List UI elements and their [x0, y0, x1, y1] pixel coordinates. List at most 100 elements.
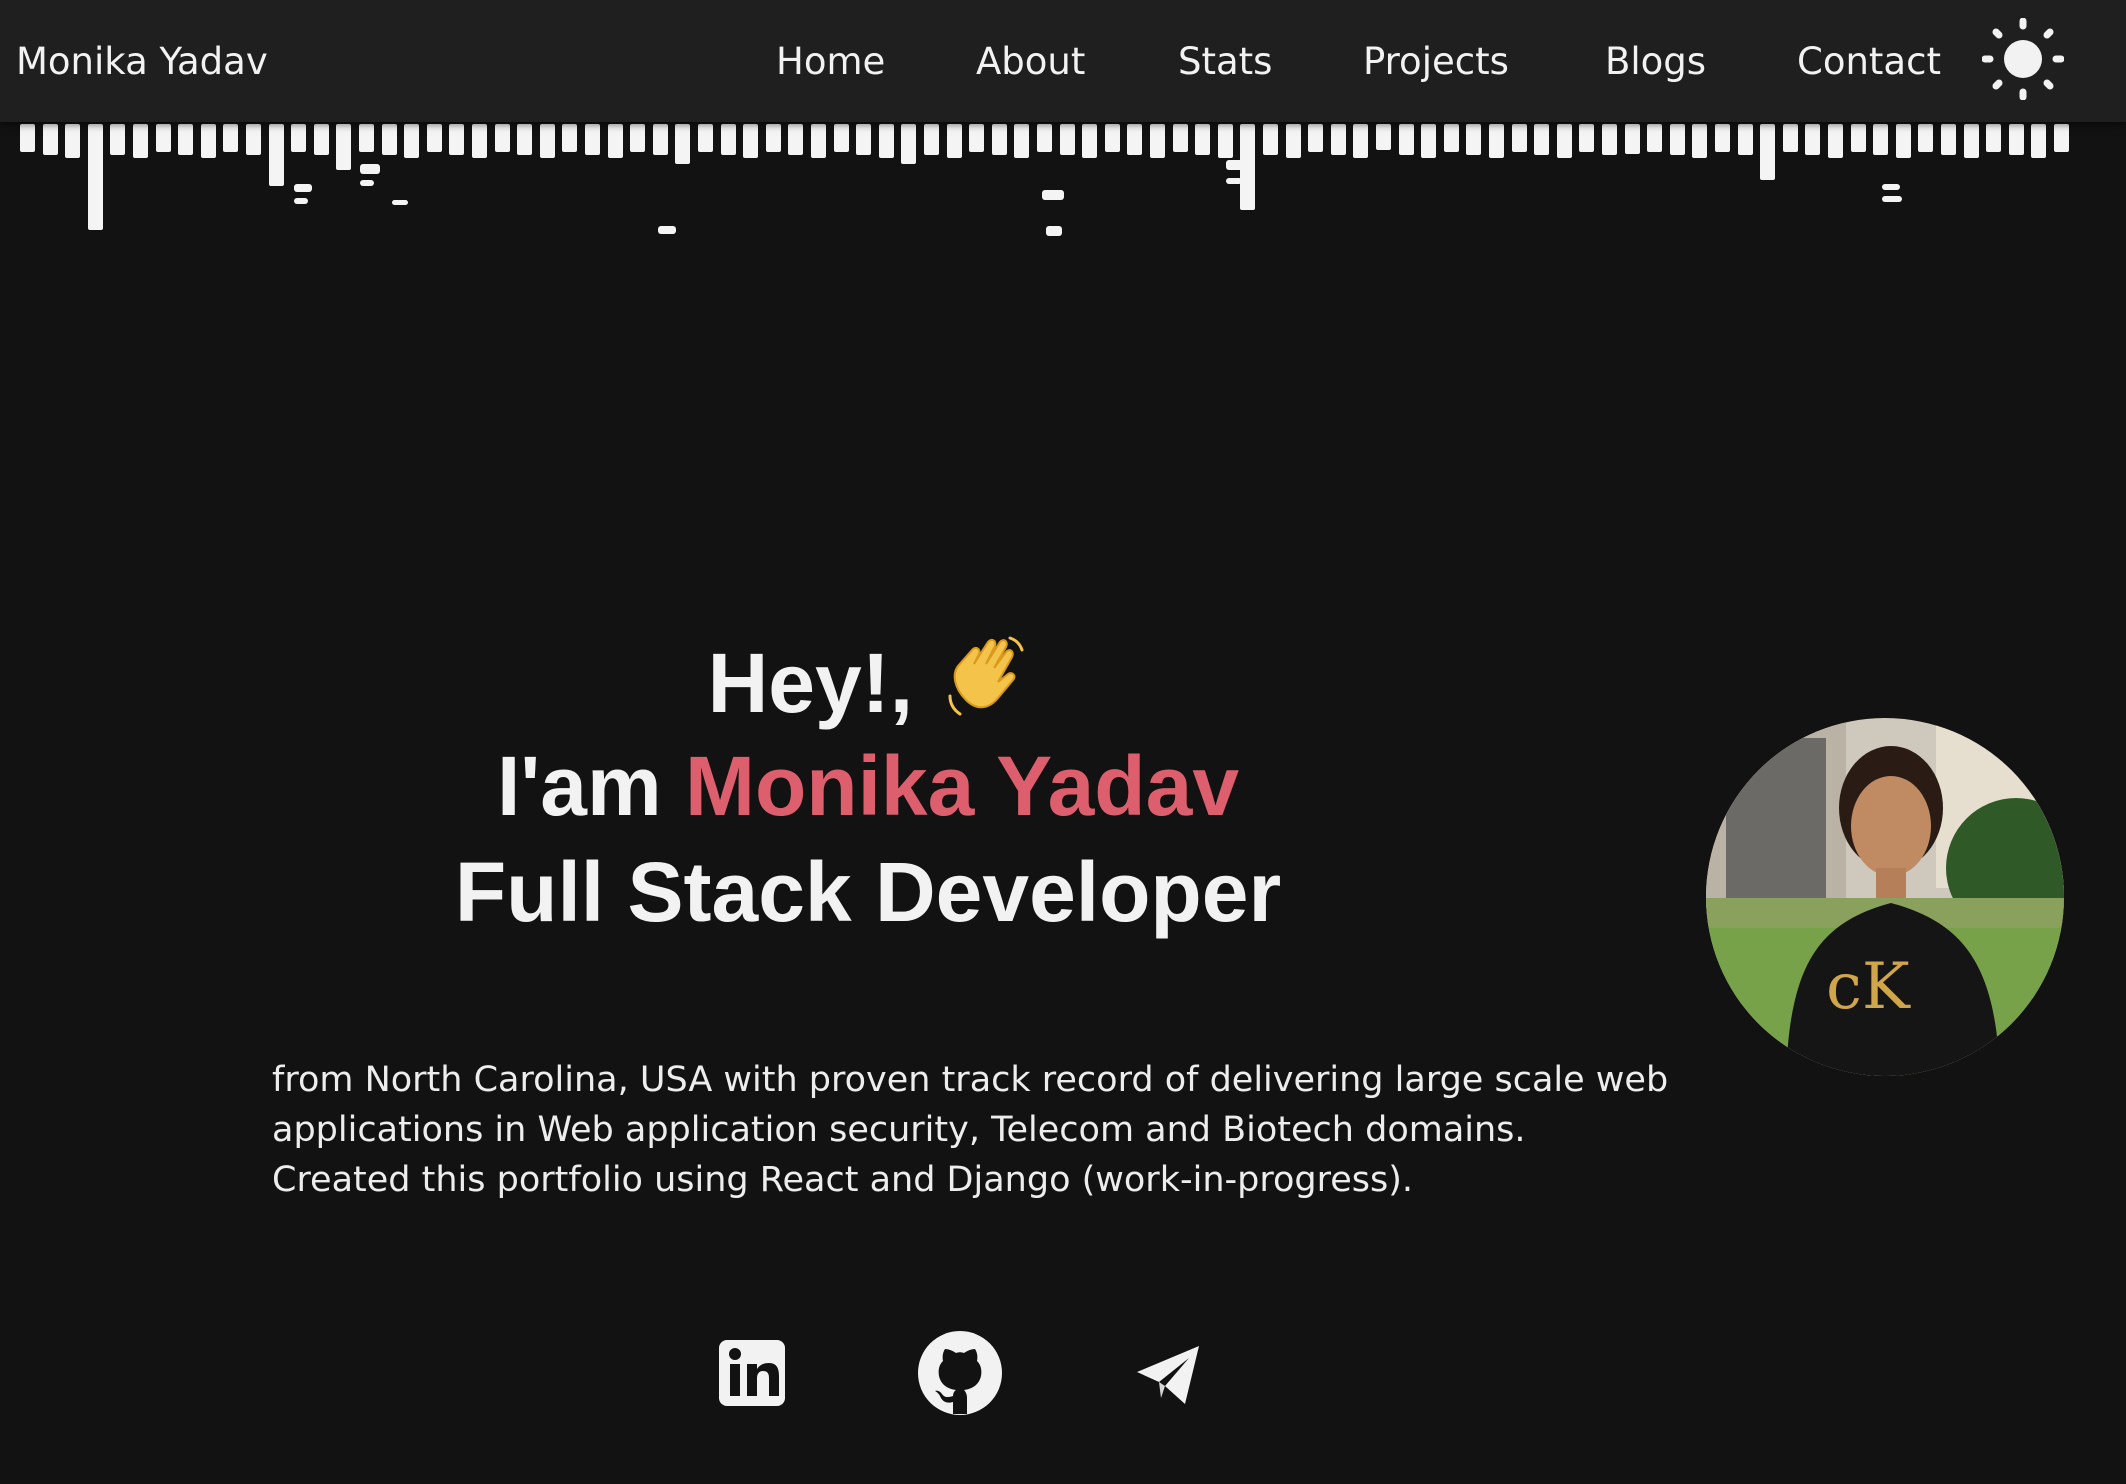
github-link[interactable]	[915, 1328, 1005, 1418]
decorative-bar	[1986, 124, 2001, 152]
decorative-bar	[404, 124, 419, 158]
decorative-bar	[1964, 124, 1979, 158]
telegram-icon	[1137, 1346, 1199, 1404]
nav-stats[interactable]: Stats	[1178, 38, 1272, 86]
brand-link[interactable]: Monika Yadav	[16, 38, 268, 86]
decorative-bar	[1376, 124, 1391, 150]
theme-toggle-button[interactable]	[1981, 17, 2065, 101]
decorative-bar	[1557, 124, 1572, 158]
decorative-bar	[1218, 124, 1233, 158]
decorative-bar	[856, 124, 871, 155]
nav-home[interactable]: Home	[776, 38, 885, 86]
nav-projects[interactable]: Projects	[1363, 38, 1509, 86]
decorative-bar	[495, 124, 510, 152]
decorative-bar	[992, 124, 1007, 155]
decorative-bar	[698, 124, 713, 152]
decorative-bar	[1851, 124, 1866, 152]
decorative-bar	[1037, 124, 1052, 152]
decorative-bar	[20, 124, 35, 152]
decorative-bar	[901, 124, 916, 164]
decorative-bar	[743, 124, 758, 158]
decorative-bar	[291, 124, 306, 152]
decorative-drip	[294, 198, 308, 204]
decorative-bar	[1579, 124, 1594, 152]
nav-blogs[interactable]: Blogs	[1605, 38, 1706, 86]
decorative-bar	[1173, 124, 1188, 152]
decorative-bar	[766, 124, 781, 152]
decorative-bar	[427, 124, 442, 152]
decorative-drip	[360, 164, 380, 174]
decorative-bar	[1873, 124, 1888, 155]
decorative-bar	[1738, 124, 1753, 155]
decorative-bar	[223, 124, 238, 152]
decorative-bar	[1828, 124, 1843, 158]
decorative-bar	[133, 124, 148, 158]
top-navbar: Monika Yadav Home About Stats Projects B…	[0, 0, 2126, 122]
decorative-bar	[1896, 124, 1911, 158]
profile-avatar: cK	[1706, 718, 2064, 1076]
decorative-bar	[156, 124, 171, 152]
decorative-bar	[1263, 124, 1278, 155]
developer-name: Monika Yadav	[685, 739, 1240, 833]
decorative-bar	[1512, 124, 1527, 152]
decorative-bar	[1602, 124, 1617, 155]
decorative-bar	[314, 124, 329, 155]
decorative-bar	[1534, 124, 1549, 155]
decorative-bar	[1399, 124, 1414, 155]
decorative-bar	[540, 124, 555, 158]
decorative-bar	[88, 124, 103, 230]
decorative-bar	[675, 124, 690, 164]
decorative-bar	[1625, 124, 1640, 154]
decorative-bar	[1014, 124, 1029, 158]
decorative-bar	[1941, 124, 1956, 155]
decorative-bar	[653, 124, 668, 155]
decorative-bar	[1692, 124, 1707, 158]
decorative-bar	[2054, 124, 2069, 152]
decorative-bar	[65, 124, 80, 158]
decorative-bar	[1331, 124, 1346, 155]
decorative-bar	[2009, 124, 2024, 155]
greeting-heading: Hey!,	[0, 630, 1736, 733]
decorative-bar	[1082, 124, 1097, 158]
telegram-link[interactable]	[1123, 1328, 1213, 1418]
decorative-bar-strip	[0, 122, 2126, 252]
decorative-bar	[472, 124, 487, 158]
linkedin-link[interactable]	[707, 1328, 797, 1418]
decorative-bar	[969, 124, 984, 152]
decorative-bar	[1489, 124, 1504, 158]
svg-text:cK: cK	[1826, 950, 1911, 1024]
decorative-bar	[1308, 124, 1323, 152]
intro-paragraph: from North Carolina, USA with proven tra…	[272, 1060, 1669, 1200]
decorative-bar	[1286, 124, 1301, 158]
decorative-bar	[834, 124, 849, 152]
sun-icon	[1981, 17, 2065, 101]
nav-about[interactable]: About	[976, 38, 1085, 86]
decorative-bar	[1647, 124, 1662, 152]
decorative-bar	[1918, 124, 1933, 152]
decorative-bar	[1060, 124, 1075, 155]
decorative-bar	[269, 124, 284, 186]
portfolio-page: Monika Yadav Home About Stats Projects B…	[0, 0, 2126, 1484]
nav-contact[interactable]: Contact	[1797, 38, 1941, 86]
decorative-bar	[449, 124, 464, 155]
decorative-drip	[658, 226, 676, 234]
decorative-bar	[110, 124, 125, 155]
decorative-bar	[1127, 124, 1142, 155]
decorative-bar	[1444, 124, 1459, 152]
decorative-bar	[1353, 124, 1368, 158]
decorative-bar	[585, 124, 600, 155]
decorative-bar	[517, 124, 532, 155]
github-icon	[918, 1331, 1002, 1415]
decorative-bar	[2031, 124, 2046, 158]
decorative-drip	[1882, 196, 1902, 202]
decorative-bar	[246, 124, 261, 155]
decorative-drip	[1046, 226, 1062, 236]
decorative-drip	[392, 200, 408, 205]
decorative-bar	[788, 124, 803, 155]
decorative-bar	[336, 124, 351, 170]
decorative-bar	[1805, 124, 1820, 155]
decorative-drip	[1226, 178, 1242, 184]
decorative-bar	[924, 124, 939, 155]
decorative-bar	[1466, 124, 1481, 155]
decorative-drip	[294, 184, 312, 192]
